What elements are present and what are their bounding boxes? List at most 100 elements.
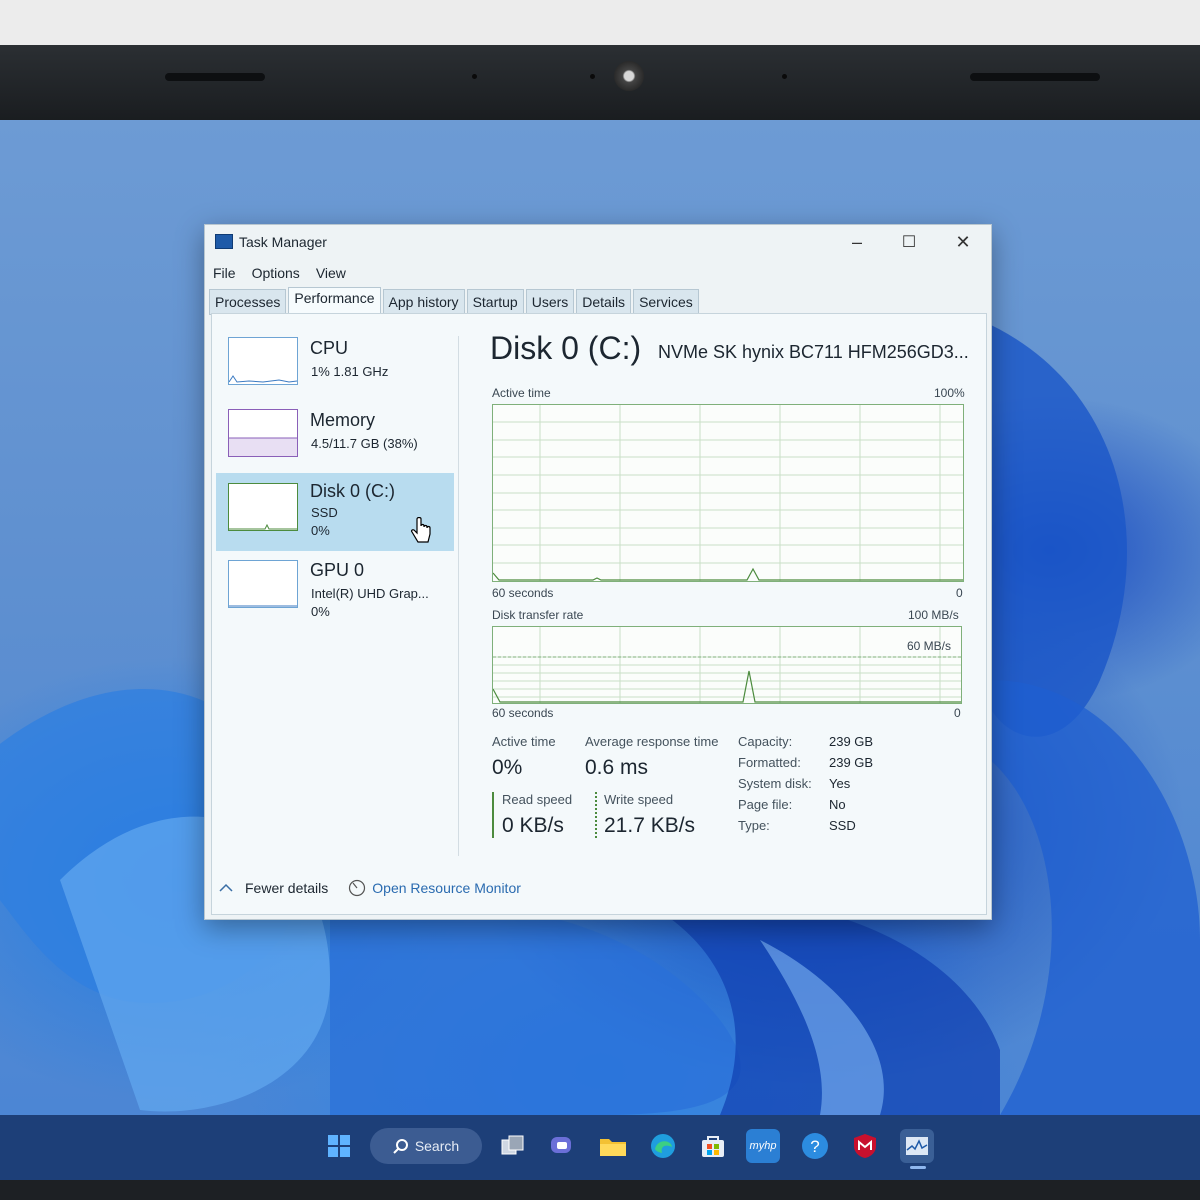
speaker-grille-right: [970, 73, 1100, 81]
active-time-value: 0%: [492, 756, 523, 779]
open-resource-monitor-link[interactable]: Open Resource Monitor: [372, 880, 521, 896]
menu-options[interactable]: Options: [252, 265, 300, 281]
sidebar-item-label: GPU 0: [310, 560, 365, 580]
active-time-label: Active time: [492, 734, 556, 749]
sidebar-item-subtext: SSD: [311, 505, 338, 520]
sidebar-item-memory[interactable]: Memory 4.5/11.7 GB (38%): [216, 404, 454, 478]
read-speed-value: 0 KB/s: [502, 814, 564, 837]
sidebar-item-cpu[interactable]: CPU 1% 1.81 GHz: [216, 332, 454, 406]
transfer-rate-graph-midline: 60 MB/s: [907, 639, 952, 653]
cpu-mini-graph: [228, 337, 298, 385]
sidebar-item-subtext: 1% 1.81 GHz: [311, 364, 389, 379]
tab-startup[interactable]: Startup: [466, 289, 524, 315]
myhp-icon[interactable]: myhp: [746, 1129, 780, 1163]
sidebar-item-subtext: Intel(R) UHD Grap...: [311, 586, 429, 601]
gpu-mini-graph: [228, 560, 298, 608]
teams-chat-icon[interactable]: [545, 1129, 579, 1163]
write-speed-label: Write speed: [604, 792, 674, 807]
formatted-value: 239 GB: [829, 755, 874, 770]
menu-bar: File Options View: [213, 265, 346, 281]
memory-mini-graph: [228, 409, 298, 457]
system-disk-label: System disk:: [738, 776, 812, 791]
menu-view[interactable]: View: [316, 265, 346, 281]
sidebar-divider: [458, 336, 459, 856]
capacity-value: 239 GB: [829, 734, 874, 749]
avg-response-value: 0.6 ms: [585, 756, 649, 779]
help-icon[interactable]: ?: [798, 1129, 832, 1163]
speaker-grille-left: [165, 73, 265, 81]
svg-text:?: ?: [810, 1137, 819, 1156]
task-manager-window[interactable]: Task Manager – ☐ ✕ File Options View Pro…: [204, 224, 992, 920]
active-time-graph: [492, 404, 964, 582]
avg-response-label: Average response time: [585, 734, 719, 749]
active-app-indicator: [910, 1166, 926, 1169]
task-view-icon[interactable]: [496, 1129, 530, 1163]
sidebar-item-disk[interactable]: Disk 0 (C:) SSD 0%: [216, 473, 454, 551]
write-speed-legend: [595, 792, 597, 838]
performance-panel: CPU 1% 1.81 GHz Memory 4.5/11.7 GB (38%)…: [211, 313, 987, 915]
mcafee-icon[interactable]: [848, 1129, 882, 1163]
sidebar-item-usage: 0%: [311, 523, 330, 538]
menu-file[interactable]: File: [213, 265, 236, 281]
window-title: Task Manager: [239, 234, 327, 250]
transfer-rate-graph-min: 0: [954, 706, 961, 720]
formatted-label: Formatted:: [738, 755, 801, 770]
task-manager-icon[interactable]: [900, 1129, 934, 1163]
disk-model: NVMe SK hynix BC711 HFM256GD3...: [658, 342, 969, 362]
maximize-button[interactable]: ☐: [889, 229, 929, 255]
tab-performance[interactable]: Performance: [288, 287, 381, 315]
type-label: Type:: [738, 818, 770, 833]
tab-users[interactable]: Users: [525, 289, 575, 315]
disk-title: Disk 0 (C:): [490, 330, 642, 366]
transfer-rate-graph-label: Disk transfer rate: [492, 608, 584, 622]
page-file-value: No: [829, 797, 846, 812]
fewer-details-link[interactable]: Fewer details: [245, 880, 328, 896]
active-time-graph-max: 100%: [934, 386, 965, 400]
tab-services[interactable]: Services: [633, 289, 699, 315]
webcam-icon: [614, 61, 644, 91]
write-speed-value: 21.7 KB/s: [604, 814, 696, 837]
myhp-icon-text: myhp: [749, 1140, 777, 1152]
system-disk-value: Yes: [829, 776, 851, 791]
chevron-up-icon: [219, 883, 233, 892]
start-icon[interactable]: [322, 1129, 356, 1163]
read-speed-label: Read speed: [502, 792, 573, 807]
active-time-graph-duration: 60 seconds: [492, 586, 554, 600]
store-icon[interactable]: [696, 1129, 730, 1163]
sensor-dot: [590, 74, 595, 79]
sidebar-item-label: Memory: [310, 410, 376, 430]
type-value: SSD: [829, 818, 856, 833]
tab-app-history[interactable]: App history: [382, 289, 465, 315]
tab-details[interactable]: Details: [576, 289, 632, 315]
taskbar-search-label: Search: [414, 1138, 460, 1154]
capacity-label: Capacity:: [738, 734, 793, 749]
edge-icon[interactable]: [646, 1129, 680, 1163]
tab-processes[interactable]: Processes: [209, 289, 287, 315]
disk-mini-graph: [228, 483, 298, 531]
taskbar-search-button[interactable]: Search: [370, 1128, 482, 1164]
sidebar-item-gpu[interactable]: GPU 0 Intel(R) UHD Grap... 0%: [216, 554, 454, 628]
page-file-label: Page file:: [738, 797, 793, 812]
transfer-rate-graph: 60 MB/s: [492, 626, 962, 704]
footer-bar: Fewer details Open Resource Monitor: [219, 879, 521, 897]
read-speed-legend: [492, 792, 494, 838]
search-icon: [393, 1139, 408, 1154]
transfer-rate-graph-duration: 60 seconds: [492, 706, 554, 720]
active-time-graph-label: Active time: [492, 386, 551, 400]
laptop-bezel-top: [0, 45, 1200, 120]
file-explorer-icon[interactable]: [596, 1129, 630, 1163]
laptop-bezel-bottom: [0, 1180, 1200, 1200]
sidebar-item-subtext: 4.5/11.7 GB (38%): [311, 436, 418, 451]
tab-strip: Processes Performance App history Startu…: [209, 287, 701, 315]
sidebar-item-label: CPU: [310, 338, 349, 358]
transfer-rate-graph-max: 100 MB/s: [908, 608, 959, 622]
sidebar-item-usage: 0%: [311, 604, 330, 619]
minimize-button[interactable]: –: [837, 229, 877, 255]
sidebar-item-label: Disk 0 (C:): [310, 481, 395, 501]
hand-cursor-icon: [411, 517, 431, 543]
active-time-graph-min: 0: [956, 586, 963, 600]
title-bar[interactable]: Task Manager – ☐ ✕: [205, 225, 991, 257]
sensor-dot: [472, 74, 477, 79]
close-button[interactable]: ✕: [943, 229, 983, 255]
resource-monitor-icon: [349, 879, 366, 897]
